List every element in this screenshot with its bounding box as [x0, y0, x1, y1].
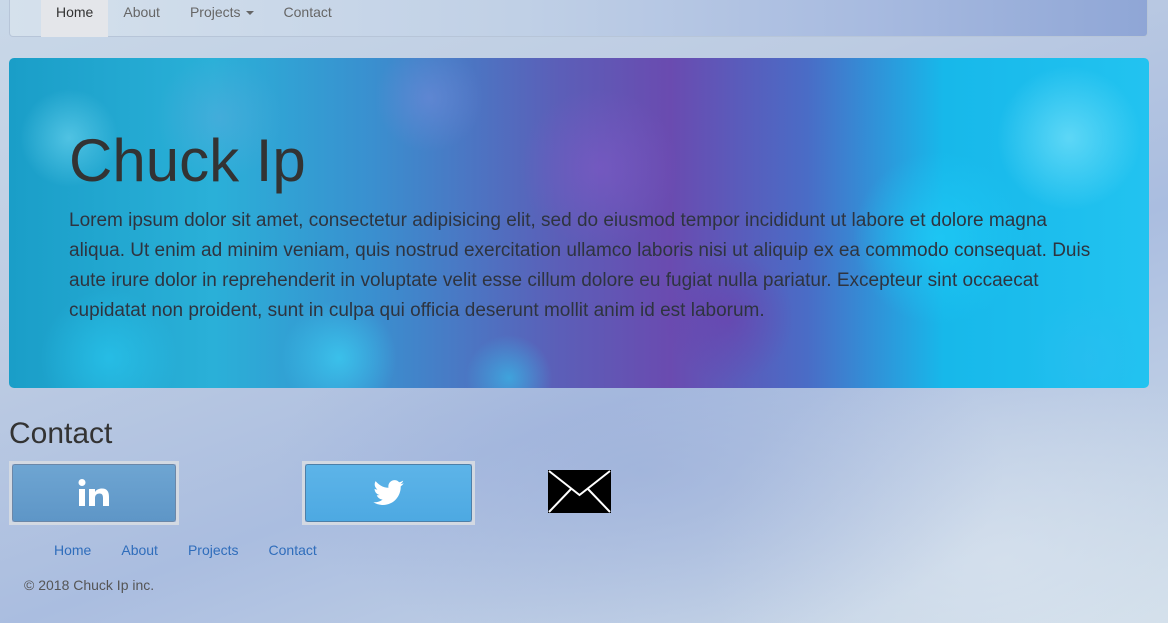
nav-item-about[interactable]: About — [108, 0, 175, 37]
hero-jumbotron: Chuck Ip Lorem ipsum dolor sit amet, con… — [9, 58, 1149, 388]
hero-title: Chuck Ip — [69, 127, 306, 194]
nav-item-projects-dropdown[interactable]: Projects — [175, 0, 269, 37]
footer-link-projects[interactable]: Projects — [173, 540, 254, 560]
footer-link-home[interactable]: Home — [39, 540, 106, 560]
contact-heading: Contact — [9, 417, 113, 450]
nav-list: Home About Projects Contact — [41, 0, 347, 37]
twitter-button[interactable] — [302, 461, 475, 525]
nav-item-about-label: About — [123, 4, 160, 20]
hero-description: Lorem ipsum dolor sit amet, consectetur … — [69, 210, 1091, 321]
footer-nav: Home About Projects Contact — [39, 540, 332, 560]
linkedin-button-face — [12, 464, 176, 522]
footer-link-contact[interactable]: Contact — [254, 540, 332, 560]
nav-item-contact[interactable]: Contact — [269, 0, 347, 37]
caret-down-icon — [245, 11, 254, 16]
nav-item-contact-label: Contact — [283, 4, 332, 20]
footer-link-about[interactable]: About — [106, 540, 173, 560]
envelope-icon — [548, 470, 611, 513]
nav-item-home-label: Home — [56, 4, 94, 20]
linkedin-icon — [78, 479, 109, 506]
nav-item-home[interactable]: Home — [41, 0, 109, 37]
linkedin-button[interactable] — [9, 461, 179, 525]
nav-item-projects-label: Projects — [189, 4, 241, 20]
twitter-icon — [372, 480, 404, 505]
top-navbar: Home About Projects Contact — [9, 0, 1148, 37]
email-button[interactable] — [547, 469, 612, 514]
twitter-button-face — [305, 464, 472, 522]
copyright-text: © 2018 Chuck Ip inc. — [24, 577, 155, 593]
